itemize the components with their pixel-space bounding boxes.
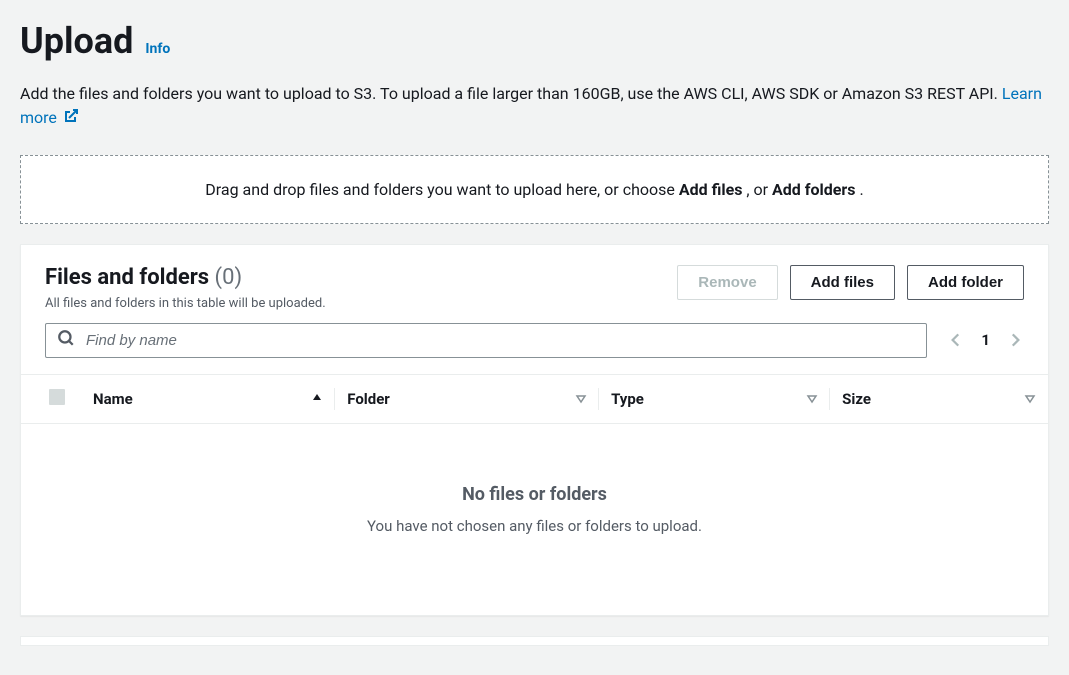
pagination: 1	[947, 331, 1024, 349]
add-files-button[interactable]: Add files	[790, 265, 895, 300]
panel-subheading: All files and folders in this table will…	[45, 296, 326, 311]
panel-heading: Files and folders (0)	[45, 265, 326, 290]
column-folder-label: Folder	[347, 390, 390, 408]
dropzone[interactable]: Drag and drop files and folders you want…	[20, 155, 1049, 224]
page-next-button[interactable]	[1006, 331, 1024, 349]
column-name-label: Name	[93, 390, 133, 408]
panel-count: (0)	[215, 265, 243, 290]
sort-icon	[575, 390, 587, 408]
external-link-icon	[63, 107, 79, 131]
column-size-label: Size	[842, 390, 871, 408]
column-type-label: Type	[611, 390, 644, 408]
select-all-checkbox[interactable]	[49, 389, 65, 405]
column-size-header[interactable]: Size	[830, 374, 1048, 423]
search-icon	[57, 329, 75, 351]
panel-heading-text: Files and folders	[45, 265, 209, 290]
column-name-header[interactable]: Name	[81, 374, 335, 423]
dropzone-text-mid: , or	[746, 180, 772, 199]
empty-state: No files or folders You have not chosen …	[21, 424, 1048, 615]
info-link[interactable]: Info	[145, 41, 170, 57]
select-all-header[interactable]	[21, 374, 81, 423]
dropzone-text-after: .	[859, 180, 863, 199]
description-text: Add the files and folders you want to up…	[20, 84, 1002, 103]
empty-title: No files or folders	[41, 484, 1028, 505]
dropzone-add-files: Add files	[679, 180, 743, 199]
sort-icon	[806, 390, 818, 408]
files-table: Name Folder Ty	[21, 374, 1048, 615]
add-folder-button[interactable]: Add folder	[907, 265, 1024, 300]
sort-icon	[1024, 390, 1036, 408]
search-input[interactable]	[45, 323, 927, 358]
sort-asc-icon	[311, 390, 323, 408]
next-panel-stub	[20, 636, 1049, 646]
page-prev-button[interactable]	[947, 331, 965, 349]
empty-subtitle: You have not chosen any files or folders…	[41, 517, 1028, 535]
column-folder-header[interactable]: Folder	[335, 374, 599, 423]
page-number: 1	[981, 331, 990, 349]
page-title: Upload	[20, 20, 133, 62]
page-description: Add the files and folders you want to up…	[20, 82, 1049, 131]
dropzone-add-folders: Add folders	[772, 180, 855, 199]
files-folders-panel: Files and folders (0) All files and fold…	[20, 244, 1049, 616]
dropzone-text-before: Drag and drop files and folders you want…	[205, 180, 679, 199]
remove-button: Remove	[677, 265, 777, 300]
column-type-header[interactable]: Type	[599, 374, 830, 423]
